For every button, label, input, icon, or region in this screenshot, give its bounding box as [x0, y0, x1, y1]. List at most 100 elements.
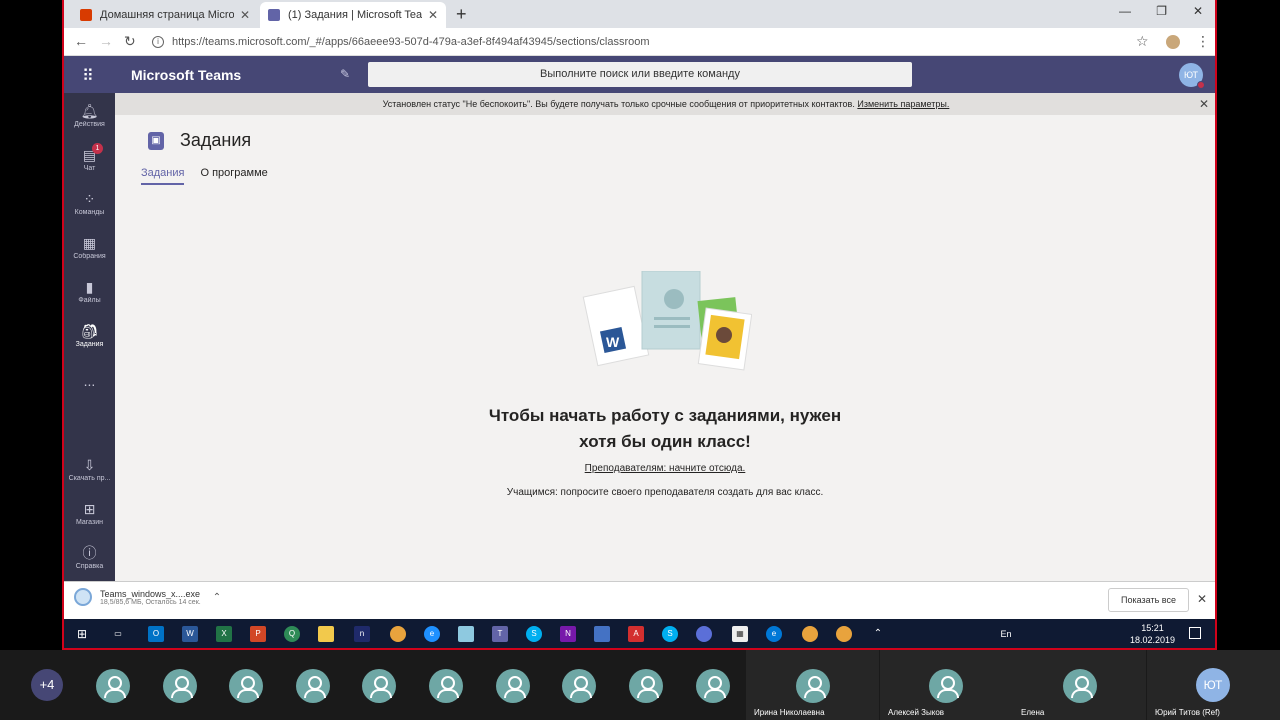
overflow-participants-button[interactable]: +4: [31, 669, 63, 701]
rail-label: Действия: [74, 121, 105, 128]
powerpoint-icon[interactable]: P: [250, 626, 266, 642]
dnd-status-icon: [1197, 81, 1205, 89]
teams-icon[interactable]: T: [492, 626, 508, 642]
clock-date: 18.02.2019: [1129, 635, 1175, 645]
chrome-icon[interactable]: [390, 626, 406, 642]
participant-avatar-icon[interactable]: [163, 669, 197, 703]
folder-icon[interactable]: [318, 626, 334, 642]
participant-avatar-icon[interactable]: [96, 669, 130, 703]
ie-icon[interactable]: e: [424, 626, 440, 642]
download-filename: Teams_windows_x....exe: [100, 588, 201, 599]
browser-tab-home[interactable]: Домашняя страница Microsoft ✕: [72, 2, 258, 28]
compose-icon[interactable]: ✎: [340, 67, 350, 81]
rail-label: Справка: [75, 563, 104, 570]
task-view-icon[interactable]: ▭: [110, 626, 126, 642]
app-icon[interactable]: Q: [284, 626, 300, 642]
new-tab-button[interactable]: +: [456, 4, 467, 25]
app-launcher-icon[interactable]: ⠿: [82, 66, 94, 86]
bookmark-star-icon[interactable]: ☆: [1136, 33, 1149, 50]
rail-label: Задания: [75, 341, 104, 348]
app-icon[interactable]: n: [354, 626, 370, 642]
onenote-icon[interactable]: N: [560, 626, 576, 642]
notification-icon[interactable]: [1189, 627, 1201, 639]
calendar-icon: ▦: [82, 235, 97, 251]
forward-button[interactable]: →: [99, 33, 113, 49]
tab-about[interactable]: О программе: [200, 167, 267, 185]
participant-avatar-icon[interactable]: [629, 669, 663, 703]
participant-avatar-icon[interactable]: [696, 669, 730, 703]
chrome-icon[interactable]: [836, 626, 852, 642]
url-field[interactable]: i https://teams.microsoft.com/_#/apps/66…: [152, 31, 1132, 53]
back-button[interactable]: ←: [74, 33, 88, 49]
left-rail: 🔔︎ Действия ▤ 1 Чат ⁘ Команды ▦ Собрания…: [64, 93, 115, 581]
rail-item-activity[interactable]: 🔔︎ Действия: [64, 103, 115, 128]
app-icon[interactable]: [458, 626, 474, 642]
self-avatar[interactable]: ЮТ: [1196, 668, 1230, 702]
download-item[interactable]: Teams_windows_x....exe 18,5/85,6 МБ, Ост…: [74, 588, 221, 606]
teacher-start-link[interactable]: Преподавателям: начните отсюда.: [415, 463, 915, 474]
app-icon[interactable]: [696, 626, 712, 642]
chrome-icon[interactable]: [802, 626, 818, 642]
rail-label: Скачать пр...: [68, 475, 111, 482]
rail-item-store[interactable]: ⊞ Магазин: [64, 501, 115, 526]
user-avatar[interactable]: ЮТ: [1179, 63, 1205, 89]
unread-badge: 1: [92, 143, 103, 154]
participant-avatar-icon[interactable]: [362, 669, 396, 703]
close-icon[interactable]: ✕: [1197, 592, 1207, 606]
language-indicator[interactable]: En: [998, 626, 1014, 642]
office-icon: [80, 9, 92, 21]
calculator-icon[interactable]: ▦: [732, 626, 748, 642]
participant-avatar-icon[interactable]: [229, 669, 263, 703]
rail-label: Магазин: [75, 519, 103, 526]
rail-item-more[interactable]: ...: [64, 373, 115, 389]
clock-time: 15:21: [1141, 623, 1164, 633]
participant-avatar-icon[interactable]: [562, 669, 596, 703]
excel-icon[interactable]: X: [216, 626, 232, 642]
tab-assignments[interactable]: Задания: [141, 167, 185, 185]
page-title-text: Задания: [180, 130, 252, 150]
outlook-icon[interactable]: O: [148, 626, 164, 642]
clock[interactable]: 15:21 18.02.2019: [1130, 622, 1175, 646]
rail-item-help[interactable]: ⓘ Справка: [64, 545, 115, 570]
close-icon[interactable]: ✕: [240, 8, 250, 22]
close-icon[interactable]: ✕: [1199, 93, 1209, 115]
word-icon[interactable]: W: [182, 626, 198, 642]
participant-avatar-icon[interactable]: [429, 669, 463, 703]
rail-item-download[interactable]: ⇩ Скачать пр...: [64, 457, 115, 482]
profile-avatar[interactable]: [1166, 35, 1180, 49]
search-input[interactable]: Выполните поиск или введите команду: [368, 62, 912, 87]
rail-item-teams[interactable]: ⁘ Команды: [64, 191, 115, 216]
rail-item-chat[interactable]: ▤ 1 Чат: [64, 143, 115, 172]
windows-start-icon[interactable]: ⊞: [74, 626, 90, 642]
info-icon[interactable]: i: [152, 36, 164, 48]
show-all-button[interactable]: Показать все: [1108, 588, 1189, 612]
app-icon[interactable]: [594, 626, 610, 642]
participant-avatar-icon[interactable]: [1063, 669, 1097, 703]
reload-button[interactable]: ↻: [124, 33, 136, 50]
close-icon[interactable]: ✕: [428, 8, 438, 22]
teams-header: ⠿ Microsoft Teams ✎ Выполните поиск или …: [64, 56, 1215, 93]
skype-icon[interactable]: S: [526, 626, 542, 642]
edge-icon[interactable]: e: [766, 626, 782, 642]
window-close-button[interactable]: ✕: [1193, 4, 1203, 18]
participant-avatar-icon[interactable]: [496, 669, 530, 703]
rail-item-meetings[interactable]: ▦ Собрания: [64, 235, 115, 260]
rail-item-assignments[interactable]: 🎒︎ Задания: [64, 323, 115, 348]
participant-avatar-icon[interactable]: [929, 669, 963, 703]
chevron-up-icon[interactable]: ⌃: [870, 626, 886, 642]
maximize-button[interactable]: ❐: [1156, 4, 1167, 18]
store-icon: ⊞: [83, 501, 96, 517]
minimize-button[interactable]: —: [1119, 4, 1131, 18]
skype-icon[interactable]: S: [662, 626, 678, 642]
browser-tab-teams[interactable]: (1) Задания | Microsoft Teams ✕: [260, 2, 446, 28]
rail-item-files[interactable]: ▮ Файлы: [64, 279, 115, 304]
participant-avatar-icon[interactable]: [296, 669, 330, 703]
change-settings-link[interactable]: Изменить параметры.: [857, 99, 949, 109]
participant-name: Юрий Титов (Ref): [1155, 708, 1220, 717]
participant-avatar-icon[interactable]: [796, 669, 830, 703]
more-icon: ...: [83, 373, 96, 389]
chevron-up-icon[interactable]: ⌃: [213, 592, 221, 603]
menu-kebab-icon[interactable]: ⋮: [1196, 33, 1210, 50]
rail-label: Файлы: [78, 297, 101, 304]
pdf-icon[interactable]: A: [628, 626, 644, 642]
